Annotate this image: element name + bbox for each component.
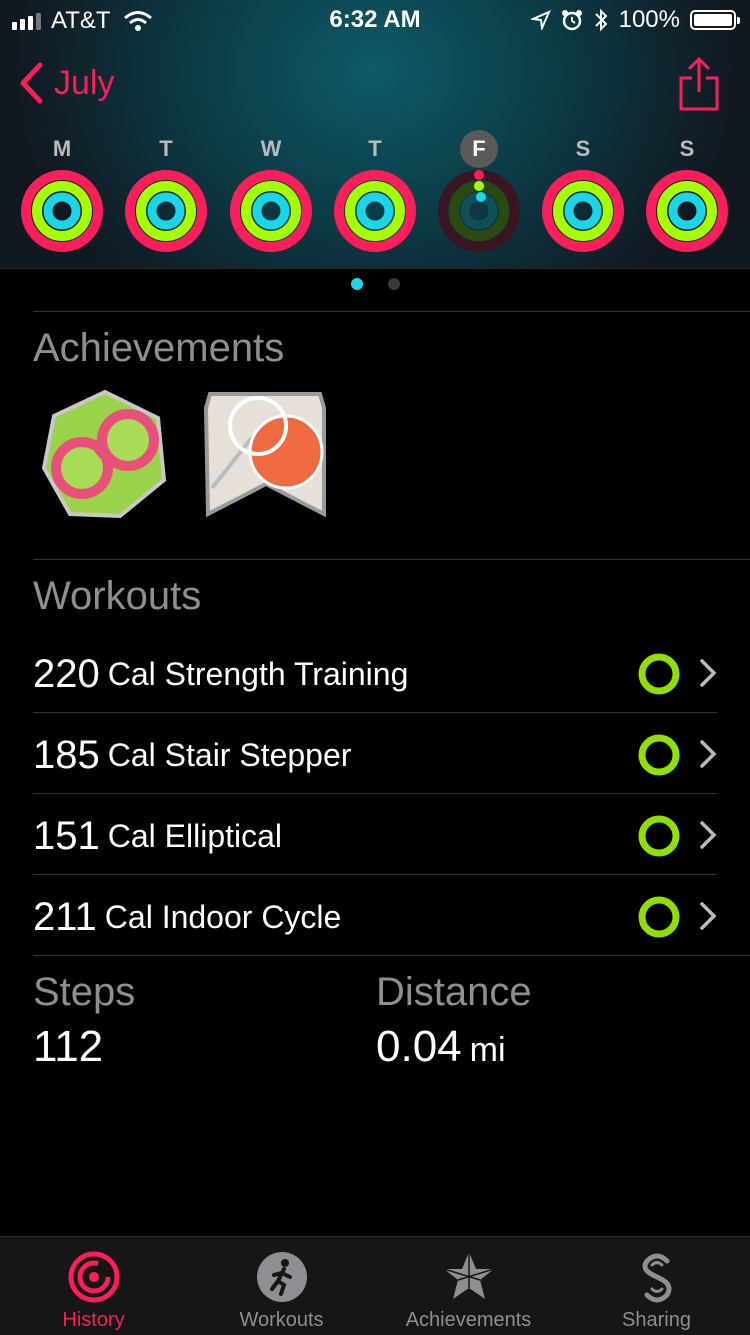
sharing-icon bbox=[642, 1253, 671, 1303]
divider bbox=[33, 955, 750, 956]
infinity-badge-icon bbox=[41, 389, 167, 519]
workout-row[interactable]: 220 Cal Strength Training bbox=[33, 634, 717, 714]
day-thursday[interactable]: T bbox=[332, 130, 418, 259]
activity-rings-icon bbox=[542, 170, 624, 252]
week-strip: M T W T F S S bbox=[0, 130, 750, 260]
chevron-right-icon bbox=[700, 659, 717, 687]
divider bbox=[33, 874, 717, 875]
workout-calories: 220 bbox=[33, 651, 100, 696]
distance-number: 0.04 bbox=[376, 1022, 462, 1071]
divider bbox=[33, 311, 750, 312]
tab-label: Achievements bbox=[405, 1309, 532, 1331]
tab-label: Workouts bbox=[239, 1309, 324, 1331]
chevron-right-icon bbox=[700, 740, 717, 768]
workout-calories: 185 bbox=[33, 732, 100, 777]
workout-row[interactable]: 185 Cal Stair Stepper bbox=[33, 715, 717, 795]
alarm-icon bbox=[561, 10, 582, 31]
distance-unit: mi bbox=[469, 1031, 506, 1069]
rings-badge-icon bbox=[203, 392, 326, 518]
activity-rings-icon bbox=[334, 170, 416, 252]
workout-row[interactable]: 151 Cal Elliptical bbox=[33, 796, 717, 876]
workouts-title: Workouts bbox=[33, 574, 202, 618]
day-label-selected: F bbox=[436, 130, 522, 168]
day-tuesday[interactable]: T bbox=[123, 130, 209, 259]
day-monday[interactable]: M bbox=[19, 130, 105, 259]
day-label: S bbox=[679, 136, 695, 161]
bluetooth-icon bbox=[594, 8, 608, 32]
workout-ring-icon bbox=[638, 815, 680, 857]
location-icon bbox=[530, 10, 551, 30]
share-icon bbox=[679, 56, 719, 111]
workout-ring-icon bbox=[638, 734, 680, 776]
workout-name: Cal Strength Training bbox=[107, 655, 409, 692]
page-dot bbox=[387, 278, 400, 290]
day-label: T bbox=[368, 136, 382, 161]
workouts-icon bbox=[256, 1252, 307, 1302]
activity-rings-icon bbox=[125, 170, 207, 252]
steps-value: 112 bbox=[33, 1022, 104, 1071]
back-label: July bbox=[54, 63, 115, 102]
steps-label: Steps bbox=[33, 970, 136, 1014]
history-icon bbox=[68, 1251, 119, 1303]
divider bbox=[33, 559, 750, 560]
workout-row[interactable]: 211 Cal Indoor Cycle bbox=[33, 877, 717, 957]
battery-percent: 100% bbox=[618, 6, 680, 33]
tab-label: History bbox=[62, 1309, 125, 1331]
day-friday[interactable]: F bbox=[436, 130, 522, 259]
status-bar: AT&T 6:32 AM 100% bbox=[0, 0, 750, 40]
page-indicator[interactable] bbox=[0, 278, 750, 290]
day-sunday[interactable]: S bbox=[644, 130, 730, 259]
workout-ring-icon bbox=[638, 896, 680, 938]
workout-name: Cal Indoor Cycle bbox=[104, 898, 342, 935]
workout-name: Cal Elliptical bbox=[107, 817, 283, 854]
day-label: T bbox=[159, 136, 173, 161]
activity-rings-icon bbox=[230, 170, 312, 252]
workout-calories: 151 bbox=[33, 813, 100, 858]
distance-value: 0.04 mi bbox=[376, 1022, 506, 1072]
day-label: F bbox=[460, 130, 498, 168]
day-wednesday[interactable]: W bbox=[228, 130, 314, 259]
day-label: S bbox=[575, 136, 591, 161]
workout-calories: 211 bbox=[33, 894, 97, 939]
divider bbox=[33, 793, 717, 794]
chevron-right-icon bbox=[700, 902, 717, 930]
day-label: M bbox=[52, 136, 72, 161]
chevron-right-icon bbox=[700, 821, 717, 849]
workout-ring-icon bbox=[638, 653, 680, 695]
divider bbox=[33, 712, 717, 713]
back-button[interactable]: July bbox=[18, 62, 114, 104]
achievement-badge-rings[interactable] bbox=[200, 388, 330, 527]
tab-label: Sharing bbox=[622, 1309, 691, 1331]
tab-bar: History Workouts Achievements Sharing bbox=[0, 1236, 750, 1335]
activity-rings-icon bbox=[646, 170, 728, 252]
activity-rings-icon bbox=[438, 170, 520, 252]
distance-label: Distance bbox=[376, 970, 532, 1014]
workout-name: Cal Stair Stepper bbox=[107, 736, 352, 773]
header: AT&T 6:32 AM 100% July M T W T F S S bbox=[0, 0, 750, 269]
chevron-left-icon bbox=[20, 62, 43, 104]
page-dot-active bbox=[350, 278, 363, 290]
achievements-icon bbox=[443, 1252, 494, 1299]
day-label: W bbox=[260, 136, 282, 161]
achievements-title: Achievements bbox=[33, 326, 285, 370]
share-button[interactable] bbox=[678, 56, 720, 117]
battery-icon bbox=[690, 10, 740, 30]
day-saturday[interactable]: S bbox=[540, 130, 626, 259]
activity-rings-icon bbox=[21, 170, 103, 252]
achievement-badge-infinity[interactable] bbox=[40, 388, 170, 527]
